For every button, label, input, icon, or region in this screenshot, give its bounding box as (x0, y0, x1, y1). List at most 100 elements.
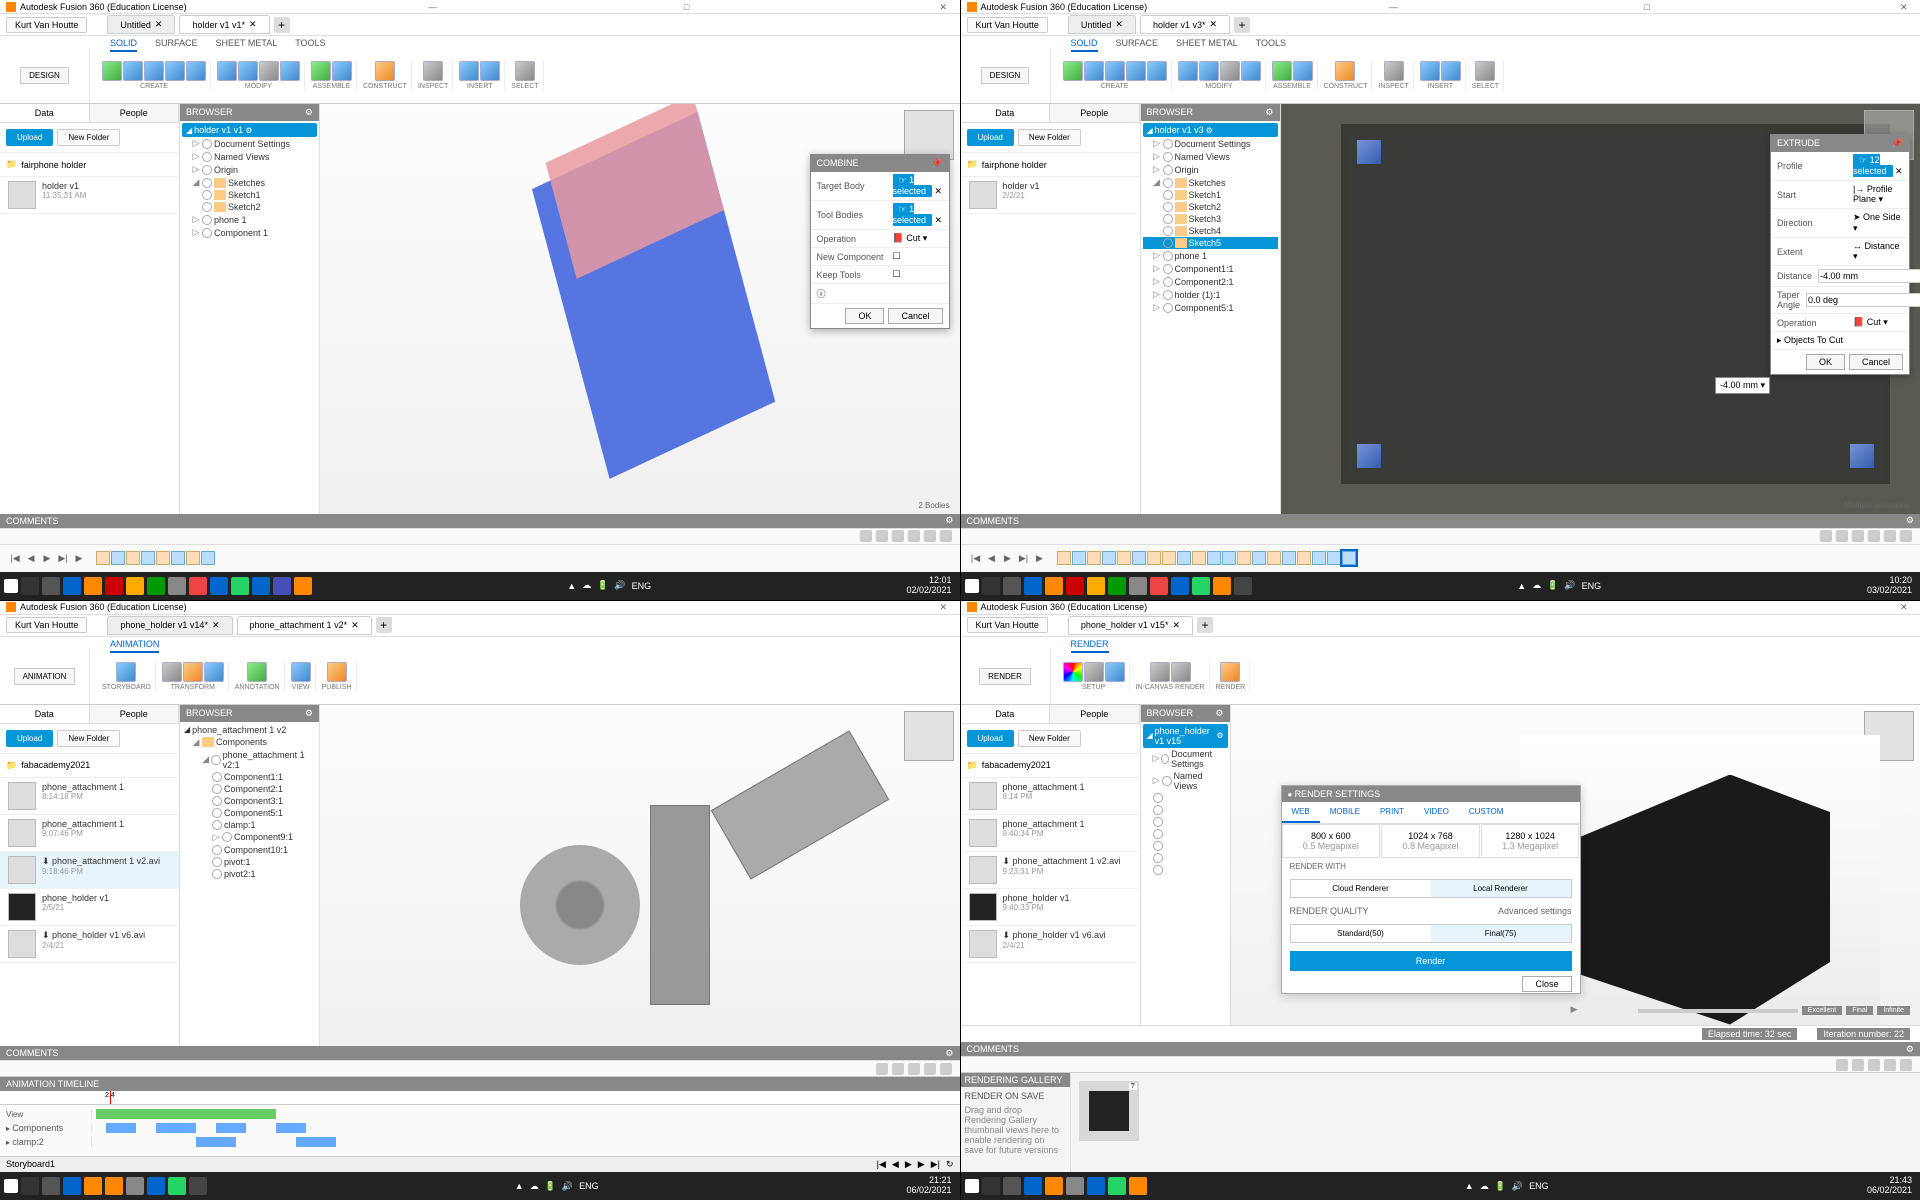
task-icon[interactable] (1234, 577, 1252, 595)
history-step[interactable] (126, 551, 140, 565)
tool-icon[interactable] (186, 61, 206, 81)
viewcube[interactable] (904, 711, 954, 761)
tree-node[interactable]: Sketch2 (1143, 201, 1278, 213)
play-icon[interactable]: ▶ (905, 1159, 912, 1170)
tool-icon[interactable] (327, 662, 347, 682)
history-step[interactable] (141, 551, 155, 565)
fusion-icon[interactable] (1129, 1177, 1147, 1195)
visibility-icon[interactable] (212, 857, 222, 867)
ribbon-tab-surface[interactable]: SURFACE (155, 38, 198, 52)
profile-chip[interactable]: ☞ 12 selected (1853, 154, 1893, 177)
tree-node[interactable] (1143, 864, 1228, 876)
visibility-icon[interactable] (1163, 214, 1173, 224)
visibility-icon[interactable] (212, 772, 222, 782)
tool-icon[interactable] (1178, 61, 1198, 81)
panel-tab[interactable]: Data (0, 705, 90, 723)
animation-clip[interactable] (196, 1137, 236, 1147)
start-button[interactable] (4, 1179, 18, 1193)
tree-node[interactable]: ◢Sketches (182, 176, 317, 189)
tree-node[interactable]: Sketch1 (182, 189, 317, 201)
comments-bar[interactable]: COMMENTS⚙ (0, 1046, 960, 1060)
comments-bar[interactable]: COMMENTS⚙ (961, 1042, 1920, 1056)
tool-icon[interactable] (217, 61, 237, 81)
fusion-task-icon[interactable] (294, 577, 312, 595)
gear-icon[interactable]: ⚙ (945, 1048, 953, 1059)
tab-close-icon[interactable]: ✕ (1115, 19, 1123, 30)
play-icon[interactable]: ▶ (72, 551, 86, 565)
tree-node[interactable]: Component10:1 (182, 844, 317, 856)
history-step-current[interactable] (1342, 551, 1356, 565)
tree-node[interactable]: ▷Document Settings (1143, 748, 1228, 770)
visibility-icon[interactable] (202, 202, 212, 212)
tool-icon[interactable] (1084, 61, 1104, 81)
tree-node[interactable]: ▷Component 1 (182, 226, 317, 239)
tree-node[interactable] (1143, 828, 1228, 840)
close-icon[interactable]: ✕ (1900, 2, 1914, 12)
nav-icon[interactable] (1836, 1059, 1848, 1071)
nav-icon[interactable] (1868, 530, 1880, 542)
list-item[interactable]: ⬇ phone_attachment 1 v2.avi9:18:46 PM (0, 852, 179, 889)
local-option[interactable]: Local Renderer (1431, 880, 1571, 897)
tab-close-icon[interactable]: ✕ (212, 620, 220, 631)
tree-node-selected[interactable]: Sketch5 (1143, 237, 1278, 249)
ribbon-tab-sheet[interactable]: SHEET METAL (216, 38, 278, 52)
taskview-icon[interactable] (42, 577, 60, 595)
visibility-icon[interactable] (1163, 290, 1173, 300)
tree-node[interactable]: Sketch2 (182, 201, 317, 213)
tool-icon[interactable] (1126, 61, 1146, 81)
resolution-option[interactable]: 1024 x 7680.8 Megapixel (1381, 824, 1480, 858)
lang[interactable]: ENG (1582, 581, 1602, 591)
workspace-selector[interactable]: ANIMATION (0, 649, 90, 704)
add-tab[interactable]: + (1197, 617, 1213, 633)
tool-bodies-chip[interactable]: ☞ 1 selected (893, 203, 933, 226)
tree-node[interactable]: ▷phone 1 (1143, 249, 1278, 262)
tool-icon[interactable] (375, 61, 395, 81)
quality-toggle[interactable]: Standard(50)Final(75) (1290, 924, 1572, 943)
history-step[interactable] (201, 551, 215, 565)
tree-node[interactable]: ▷Named Views (1143, 770, 1228, 792)
start-select[interactable]: |→ Profile Plane ▾ (1853, 184, 1903, 205)
visibility-icon[interactable] (1163, 277, 1173, 287)
history-step[interactable] (111, 551, 125, 565)
tree-node[interactable]: ▷holder (1):1 (1143, 288, 1278, 301)
task-icon[interactable] (1087, 577, 1105, 595)
ribbon-tab[interactable]: SHEET METAL (1176, 38, 1238, 52)
tool-icon[interactable] (204, 662, 224, 682)
task-icon[interactable] (63, 1177, 81, 1195)
tool-icon[interactable] (144, 61, 164, 81)
tree-node[interactable] (1143, 840, 1228, 852)
extent-select[interactable]: ↔ Distance ▾ (1853, 241, 1903, 262)
tree-node[interactable]: ◢Sketches (1143, 176, 1278, 189)
history-step[interactable] (1177, 551, 1191, 565)
task-icon[interactable] (84, 577, 102, 595)
res-tab[interactable]: WEB (1282, 802, 1320, 823)
orbit-icon[interactable] (860, 530, 872, 542)
tool-icon[interactable] (459, 61, 479, 81)
history-step[interactable] (1237, 551, 1251, 565)
panel-tab-people[interactable]: People (90, 104, 180, 122)
workspace-selector[interactable]: DESIGN (0, 48, 90, 103)
tool-icon[interactable] (123, 61, 143, 81)
task-icon[interactable] (147, 1177, 165, 1195)
zoom-icon[interactable] (892, 530, 904, 542)
fusion-icon[interactable] (105, 1177, 123, 1195)
viewport[interactable]: EXTRUDE📌 Profile☞ 12 selected ✕ Start|→ … (1281, 104, 1920, 514)
quality-option[interactable]: Standard(50) (1291, 925, 1431, 942)
tool-icon[interactable] (162, 662, 182, 682)
close-icon[interactable]: ✕ (940, 602, 954, 612)
res-tab[interactable]: PRINT (1370, 802, 1414, 823)
gear-icon[interactable]: ⚙ (1906, 515, 1914, 526)
play-icon[interactable]: ▶| (1017, 551, 1031, 565)
visibility-icon[interactable] (1163, 303, 1173, 313)
task-icon[interactable] (1108, 577, 1126, 595)
direction-select[interactable]: ➤ One Side ▾ (1853, 212, 1903, 234)
tree-node[interactable]: ▷Component9:1 (182, 831, 317, 844)
tool-icon[interactable] (332, 61, 352, 81)
minimise-icon[interactable]: — (428, 2, 442, 12)
visibility-icon[interactable] (1153, 853, 1163, 863)
clock[interactable]: 12:0102/02/2021 (906, 576, 955, 596)
render-button[interactable]: Render (1290, 951, 1572, 971)
resolution-option[interactable]: 1280 x 10241.3 Megapixel (1481, 824, 1580, 858)
task-icon[interactable] (1003, 577, 1021, 595)
tool-icon[interactable] (1105, 61, 1125, 81)
